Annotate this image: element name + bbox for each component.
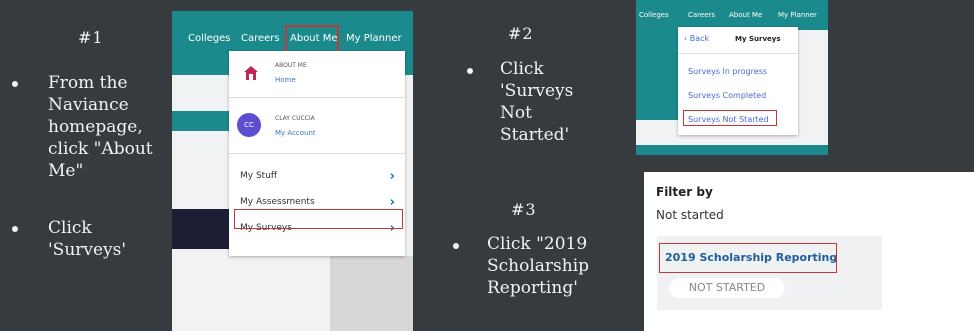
step-1b-instruction: Click 'Surveys' — [48, 218, 127, 260]
top-nav-bar: Colleges Careers About Me My Planner — [636, 0, 828, 30]
surveys-in-progress-link[interactable]: Surveys In progress — [688, 67, 767, 76]
filter-label: Filter by — [656, 185, 713, 199]
step-1-number: #1 — [78, 28, 104, 47]
my-stuff-item[interactable]: My Stuff › — [229, 169, 405, 189]
not-started-highlight — [683, 110, 777, 126]
chevron-right-icon: › — [389, 195, 395, 210]
nav-colleges[interactable]: Colleges — [639, 11, 669, 19]
my-stuff-label: My Stuff — [240, 171, 278, 181]
avatar: CC — [237, 113, 261, 137]
nav-careers[interactable]: Careers — [241, 33, 280, 44]
grey-region — [330, 256, 413, 331]
home-icon — [244, 66, 258, 80]
submenu-title: My Surveys — [735, 35, 781, 43]
home-link[interactable]: Home — [275, 76, 296, 84]
step-2-instruction: Click 'Surveys Not Started' — [500, 59, 574, 145]
chevron-right-icon: › — [389, 169, 395, 184]
back-button[interactable]: ‹ Back — [684, 34, 709, 43]
account-row[interactable]: CC CLAY CUCCIA My Account — [229, 98, 405, 154]
my-surveys-panel: ‹ Back My Surveys Surveys In progress Su… — [678, 27, 798, 135]
chevron-left-icon: ‹ — [684, 34, 688, 43]
teal-strip — [636, 145, 828, 155]
step-1-instruction: From the Naviance homepage, click "About Me… — [48, 73, 153, 181]
my-assessments-label: My Assessments — [240, 197, 315, 207]
bullet-dot — [467, 68, 473, 74]
submenu-header: ‹ Back My Surveys — [678, 27, 798, 54]
surveys-completed-link[interactable]: Surveys Completed — [688, 91, 766, 100]
nav-my-planner[interactable]: My Planner — [346, 33, 402, 44]
about-me-heading: ABOUT ME — [275, 62, 307, 69]
step-3-number: #3 — [511, 200, 537, 219]
status-badge: NOT STARTED — [669, 278, 785, 298]
step-2-number: #2 — [508, 24, 534, 43]
my-surveys-menu-screenshot: Colleges Careers About Me My Planner ‹ B… — [636, 0, 828, 155]
my-surveys-highlight — [234, 209, 403, 229]
surveys-filter-screenshot: Filter by Not started 2019 Scholarship R… — [644, 172, 974, 331]
step-3-instruction: Click "2019 Scholarship Reporting' — [487, 234, 590, 298]
teal-strip — [172, 111, 229, 131]
naviance-about-me-screenshot: Colleges Careers About Me My Planner ABO… — [172, 11, 413, 331]
nav-about-me[interactable]: About Me — [729, 11, 762, 19]
about-me-dropdown: ABOUT ME Home CC CLAY CUCCIA My Account … — [229, 51, 405, 256]
bullet-dot — [12, 226, 18, 232]
about-me-highlight — [285, 25, 339, 53]
survey-card[interactable]: 2019 Scholarship Reporting NOT STARTED — [657, 236, 882, 310]
teal-region — [636, 30, 678, 120]
filter-value[interactable]: Not started — [656, 208, 724, 222]
survey-title-highlight — [659, 243, 837, 273]
my-account-link[interactable]: My Account — [275, 129, 316, 137]
bullet-dot — [12, 81, 18, 87]
nav-colleges[interactable]: Colleges — [188, 33, 231, 44]
about-me-home-row[interactable]: ABOUT ME Home — [229, 51, 405, 98]
bullet-dot — [453, 243, 459, 249]
back-label: Back — [689, 34, 710, 43]
nav-careers[interactable]: Careers — [688, 11, 715, 19]
user-name: CLAY CUCCIA — [275, 115, 315, 122]
nav-my-planner[interactable]: My Planner — [778, 11, 817, 19]
